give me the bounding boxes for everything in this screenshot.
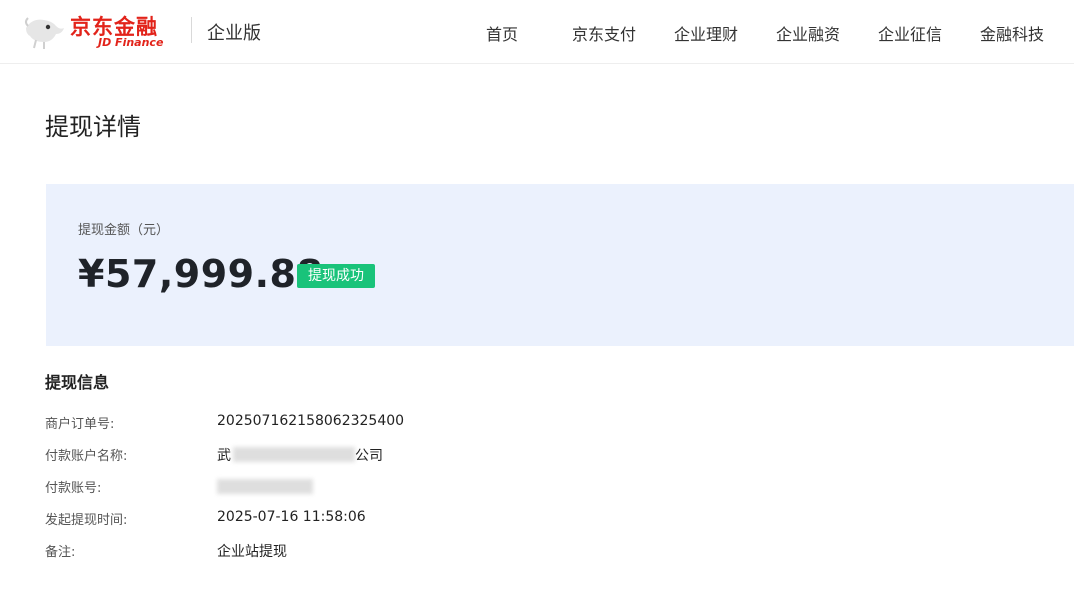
redacted-blur [217,479,313,494]
nav-item-home[interactable]: 首页 [486,21,518,45]
withdrawal-amount-card: 提现金额（元） ¥57,999.88 提现成功 [46,184,1074,346]
info-value: 企业站提现 [217,544,287,560]
page-title: 提现详情 [45,113,141,141]
main-nav: 首页 京东支付 企业理财 企业融资 企业征信 金融科技 [0,21,1074,45]
info-row-order-number: 商户订单号: 20250716215806232540​0 [45,413,745,433]
nav-item-jd-pay[interactable]: 京东支付 [572,21,636,45]
status-badge: 提现成功 [297,264,375,288]
nav-item-financing[interactable]: 企业融资 [776,21,840,45]
info-label: 付款账号: [45,481,102,496]
info-value-suffix: 公司 [355,448,383,464]
info-label: 发起提现时间: [45,513,128,528]
info-value-prefix: 武 [217,448,231,464]
nav-item-wealth[interactable]: 企业理财 [674,21,738,45]
amount-value: ¥57,999.88 [78,252,324,296]
info-label: 商户订单号: [45,417,115,432]
info-value: 2025-07-16 11:58:06 [217,509,366,525]
info-value: 20250716215806232540​0 [217,413,405,429]
info-row-payer-account-name: 付款账户名称: 武 公司 [45,445,745,465]
top-navigation-bar: 京东金融 JD Finance 企业版 首页 京东支付 企业理财 企业融资 企业… [0,0,1074,64]
info-label: 备注: [45,545,76,560]
nav-item-fintech[interactable]: 金融科技 [980,21,1044,45]
nav-item-credit[interactable]: 企业征信 [878,21,942,45]
info-row-payer-account-number: 付款账号: [45,477,745,497]
info-label: 付款账户名称: [45,449,128,464]
info-row-remark: 备注: 企业站提现 [45,541,745,561]
section-title-withdrawal-info: 提现信息 [45,373,110,392]
info-row-withdrawal-time: 发起提现时间: 2025-07-16 11:58:06 [45,509,745,529]
amount-label: 提现金额（元） [78,223,170,238]
redacted-blur [233,447,355,462]
